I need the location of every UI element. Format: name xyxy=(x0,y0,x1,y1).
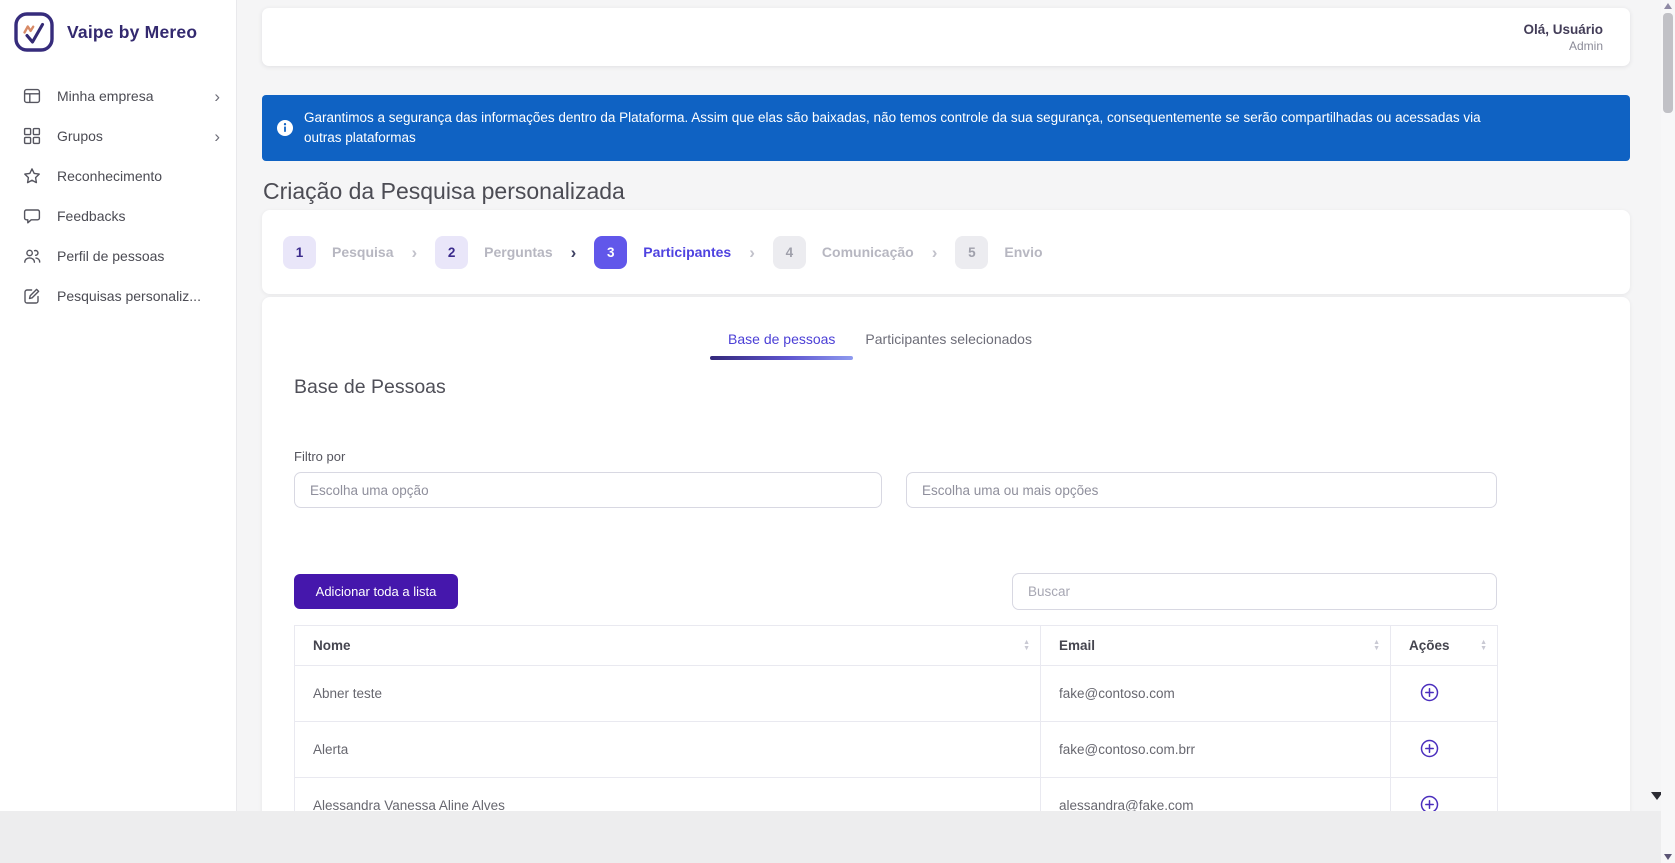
column-header-nome[interactable]: Nome ▲ ▼ xyxy=(294,625,1041,666)
filter-values-select[interactable]: Escolha uma ou mais opções xyxy=(906,472,1497,508)
column-header-email[interactable]: Email ▲ ▼ xyxy=(1040,625,1391,666)
people-icon xyxy=(23,247,41,265)
user-greeting: Olá, Usuário xyxy=(1523,21,1603,37)
active-tab-underline xyxy=(710,356,854,360)
cell-name: Alessandra Vanessa Aline Alves xyxy=(294,777,1041,811)
step-badge-2[interactable]: 2 xyxy=(435,235,469,269)
sidebar-item-minha-empresa[interactable]: Minha empresa › xyxy=(0,76,236,116)
cell-email: alessandra@fake.com xyxy=(1040,777,1391,811)
filter-type-select[interactable]: Escolha uma opção xyxy=(294,472,882,508)
chevron-right-icon: › xyxy=(214,126,220,146)
tab-base-de-pessoas[interactable]: Base de pessoas xyxy=(710,331,854,360)
sidebar-item-grupos[interactable]: Grupos › xyxy=(0,116,236,156)
vaipe-logo-icon xyxy=(13,11,55,53)
cell-actions xyxy=(1390,665,1498,722)
step-badge-3[interactable]: 3 xyxy=(594,235,628,269)
add-person-button[interactable] xyxy=(1420,683,1439,702)
sidebar-item-label: Perfil de pessoas xyxy=(57,248,165,264)
sidebar: Vaipe by Mereo Minha empresa › Grupos › … xyxy=(0,0,237,811)
chevron-right-icon: › xyxy=(411,242,418,262)
cell-name: Abner teste xyxy=(294,665,1041,722)
cell-name: Alerta xyxy=(294,721,1041,778)
scrollbar-up-arrow[interactable] xyxy=(1664,3,1672,9)
info-icon xyxy=(276,119,294,137)
chevron-right-icon: › xyxy=(931,242,938,262)
actions-row: Adicionar toda a lista xyxy=(294,573,1598,610)
cell-actions xyxy=(1390,777,1498,811)
sidebar-item-reconhecimento[interactable]: Reconhecimento xyxy=(0,156,236,196)
participants-tabs: Base de pessoas Participantes selecionad… xyxy=(228,297,1532,360)
table-header-row: Nome ▲ ▼ Email ▲ ▼ Ações ▲ ▼ xyxy=(294,625,1498,666)
tab-participantes-selecionados[interactable]: Participantes selecionados xyxy=(865,331,1032,356)
sidebar-item-pesquisas-personalizadas[interactable]: Pesquisas personaliz... xyxy=(0,276,236,316)
chevron-right-icon: › xyxy=(570,242,577,262)
participants-panel: Base de pessoas Participantes selecionad… xyxy=(262,297,1630,811)
main-area: Olá, Usuário Admin Garantimos a seguranç… xyxy=(237,0,1661,811)
logo: Vaipe by Mereo xyxy=(0,0,236,53)
table-row: Abner teste fake@contoso.com xyxy=(294,665,1498,722)
table-row: Alerta fake@contoso.com.brr xyxy=(294,721,1498,778)
sidebar-item-label: Feedbacks xyxy=(57,208,126,224)
step-label-comunicacao[interactable]: Comunicação xyxy=(822,244,914,260)
top-header: Olá, Usuário Admin xyxy=(262,8,1630,66)
chevron-right-icon: › xyxy=(749,242,755,262)
banner-message: Garantimos a segurança das informações d… xyxy=(304,110,1481,145)
sidebar-item-label: Minha empresa xyxy=(57,88,154,104)
chat-icon xyxy=(23,207,41,225)
add-person-button[interactable] xyxy=(1420,795,1439,811)
tab-label: Base de pessoas xyxy=(728,331,836,347)
logo-text: Vaipe by Mereo xyxy=(67,21,198,42)
step-label-pesquisa[interactable]: Pesquisa xyxy=(332,244,393,260)
filter-label: Filtro por xyxy=(294,449,346,464)
page-title: Criação da Pesquisa personalizada xyxy=(263,178,625,204)
step-label-participantes[interactable]: Participantes xyxy=(643,244,731,260)
sort-icon[interactable]: ▲ ▼ xyxy=(1373,639,1380,652)
sidebar-item-label: Reconhecimento xyxy=(57,168,163,184)
step-badge-5[interactable]: 5 xyxy=(955,235,989,269)
filter-row: Escolha uma opção Escolha uma ou mais op… xyxy=(294,472,1598,508)
section-heading: Base de Pessoas xyxy=(294,376,446,398)
vertical-scrollbar[interactable] xyxy=(1661,0,1675,863)
sidebar-item-label: Pesquisas personaliz... xyxy=(57,288,201,304)
search-input[interactable] xyxy=(1012,573,1497,610)
sidebar-item-perfil-de-pessoas[interactable]: Perfil de pessoas xyxy=(0,236,236,276)
cell-actions xyxy=(1390,721,1498,778)
app-window: Vaipe by Mereo Minha empresa › Grupos › … xyxy=(0,0,1661,811)
cell-email: fake@contoso.com xyxy=(1040,665,1391,722)
chevron-right-icon: › xyxy=(214,86,220,106)
security-info-banner: Garantimos a segurança das informações d… xyxy=(262,95,1630,161)
wizard-stepper: 1 Pesquisa › 2 Perguntas › 3 Participant… xyxy=(262,210,1630,294)
user-role: Admin xyxy=(1568,38,1603,53)
add-person-button[interactable] xyxy=(1420,739,1439,758)
tab-label: Participantes selecionados xyxy=(865,331,1032,347)
sidebar-item-feedbacks[interactable]: Feedbacks xyxy=(0,196,236,236)
people-table: Nome ▲ ▼ Email ▲ ▼ Ações ▲ ▼ Abner teste… xyxy=(294,625,1498,811)
table-row: Alessandra Vanessa Aline Alves alessandr… xyxy=(294,777,1498,811)
sidebar-item-label: Grupos xyxy=(57,128,103,144)
star-icon xyxy=(23,167,41,185)
grid-icon xyxy=(23,127,41,145)
edit-icon xyxy=(23,287,41,305)
sidebar-nav: Minha empresa › Grupos › Reconhecimento … xyxy=(0,76,236,316)
step-badge-4[interactable]: 4 xyxy=(772,235,806,269)
layout-icon xyxy=(23,87,41,105)
cell-email: fake@contoso.com.brr xyxy=(1040,721,1391,778)
scrollbar-down-arrow[interactable] xyxy=(1664,854,1672,860)
column-header-acoes[interactable]: Ações ▲ ▼ xyxy=(1390,625,1498,666)
scrollbar-thumb[interactable] xyxy=(1663,13,1673,113)
step-badge-1[interactable]: 1 xyxy=(283,235,316,269)
step-label-perguntas[interactable]: Perguntas xyxy=(484,244,552,260)
sort-icon[interactable]: ▲ ▼ xyxy=(1023,639,1030,652)
sort-icon[interactable]: ▲ ▼ xyxy=(1480,639,1487,652)
step-label-envio[interactable]: Envio xyxy=(1004,244,1042,260)
add-all-button[interactable]: Adicionar toda a lista xyxy=(294,574,458,609)
